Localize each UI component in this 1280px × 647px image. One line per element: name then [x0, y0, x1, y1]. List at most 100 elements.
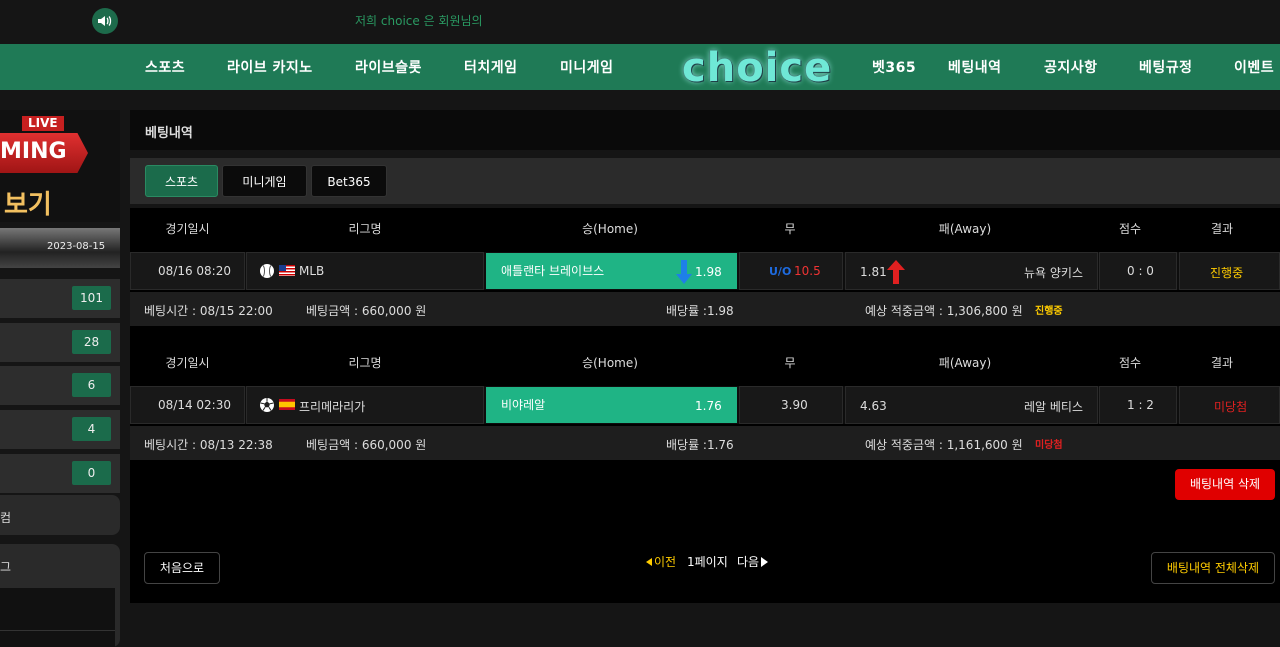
current-page: 1페이지	[687, 555, 728, 569]
speaker-icon[interactable]	[92, 8, 118, 34]
nav-live-slot[interactable]: 라이브슬롯	[355, 57, 422, 77]
arrow-up-icon	[887, 260, 905, 287]
sidebar-item[interactable]: 6	[0, 366, 120, 405]
draw-odds-button[interactable]: U/O 10.5	[739, 252, 843, 290]
nav-notice[interactable]: 공지사항	[1044, 57, 1098, 77]
nav-bet-history[interactable]: 베팅내역	[948, 57, 1002, 77]
sidebar-count-badge: 4	[72, 417, 111, 441]
header-away: 패(Away)	[938, 356, 992, 370]
table-row: 08/14 02:30 프리메라리가 비야레알 1.76 3.90 4.63 레…	[130, 386, 1280, 424]
league-name: 프리메라리가	[299, 400, 366, 414]
nav-touch-game[interactable]: 터치게임	[464, 57, 518, 77]
draw-odds-button[interactable]: 3.90	[739, 386, 843, 424]
usa-flag-icon	[279, 265, 295, 279]
tab-sports[interactable]: 스포츠	[145, 165, 218, 197]
sidebar-count-badge: 0	[72, 461, 111, 485]
cell-datetime: 08/16 08:20	[130, 252, 245, 290]
ribbon-text: MING	[0, 139, 67, 164]
datetime-text: 08/16 08:20	[158, 264, 231, 278]
nav-bet365[interactable]: 벳365	[872, 57, 916, 77]
cell-result: 진행중	[1179, 252, 1280, 290]
nav-betting-rules[interactable]: 베팅규정	[1139, 57, 1193, 77]
delete-all-bets-button[interactable]: 배팅내역 전체삭제	[1151, 552, 1275, 584]
expected-win: 예상 적중금액 : 1,161,600 원	[865, 438, 1023, 452]
notice-marquee: 저희 choice 은 회원님의	[355, 14, 483, 28]
cell-score: 0 : 0	[1099, 252, 1177, 290]
header-draw: 무	[784, 222, 796, 236]
sidebar-block-label: 그	[0, 560, 12, 574]
header-draw: 무	[784, 356, 796, 370]
header-league: 리그명	[348, 222, 382, 236]
cell-score: 1 : 2	[1099, 386, 1177, 424]
datetime-text: 08/14 02:30	[158, 398, 231, 412]
away-odds: 4.63	[860, 399, 887, 413]
bet-summary: 베팅시간 : 08/15 22:00 베팅금액 : 660,000 원 배당률 …	[130, 292, 1280, 326]
under-over-label: U/O	[769, 265, 792, 278]
triangle-left-icon	[646, 558, 652, 566]
tab-mini-game[interactable]: 미니게임	[222, 165, 307, 197]
category-tabs: 스포츠 미니게임 Bet365	[130, 158, 1280, 204]
triangle-right-icon	[761, 557, 769, 567]
nav-live-casino[interactable]: 라이브 카지노	[227, 57, 313, 77]
table-header: 경기일시 리그명 승(Home) 무 패(Away) 점수 결과	[130, 208, 1280, 250]
bet-time: 베팅시간 : 08/15 22:00	[144, 304, 273, 318]
sidebar-count-badge: 101	[72, 286, 111, 310]
away-odds-button[interactable]: 4.63 레알 베티스	[845, 386, 1098, 424]
spain-flag-icon	[279, 399, 295, 413]
bet-amount: 베팅금액 : 660,000 원	[306, 438, 427, 452]
prev-label: 이전	[654, 555, 677, 569]
nav-sports[interactable]: 스포츠	[145, 57, 185, 77]
sidebar-item[interactable]: 28	[0, 323, 120, 362]
header-result: 결과	[1210, 356, 1234, 370]
header-score: 점수	[1118, 356, 1142, 370]
arrow-down-icon	[676, 260, 692, 287]
first-page-button[interactable]: 처음으로	[144, 552, 220, 584]
prev-page-link[interactable]: 이전	[646, 553, 676, 570]
status-badge: 진행중	[1035, 306, 1063, 317]
delete-bets-button[interactable]: 배팅내역 삭제	[1175, 469, 1275, 500]
page-header: 베팅내역	[130, 110, 1280, 150]
payout-rate: 배당률 :1.76	[666, 438, 734, 452]
home-team: 비야레알	[501, 398, 546, 412]
away-odds-button[interactable]: 1.81 뉴욕 양키스	[845, 252, 1098, 290]
header-home: 승(Home)	[582, 356, 638, 370]
live-streaming-banner[interactable]: LIVE MING 보기	[0, 110, 120, 222]
banner-view-text: 보기	[4, 190, 52, 220]
tab-bet365[interactable]: Bet365	[311, 165, 387, 197]
draw-odds: 10.5	[794, 264, 821, 278]
cell-result: 미당첨	[1179, 386, 1280, 424]
sidebar-block[interactable]: 컴	[0, 495, 120, 535]
live-tag: LIVE	[22, 116, 64, 131]
bet-time: 베팅시간 : 08/13 22:38	[144, 438, 273, 452]
divider	[0, 630, 115, 631]
sidebar-count-badge: 6	[72, 373, 111, 397]
page-title: 베팅내역	[145, 126, 193, 141]
home-odds-button[interactable]: 애틀랜타 브레이브스 1.98	[486, 253, 737, 289]
header-away: 패(Away)	[938, 222, 992, 236]
sidebar-count-badge: 28	[72, 330, 111, 354]
header-league: 리그명	[348, 356, 382, 370]
sidebar-inner-panel	[0, 588, 115, 647]
result-status: 미당첨	[1214, 400, 1248, 414]
next-page-link[interactable]: 다음	[737, 553, 769, 570]
site-logo[interactable]: choice	[682, 45, 832, 91]
sidebar-date: 2023-08-15	[47, 241, 106, 252]
table-header: 경기일시 리그명 승(Home) 무 패(Away) 점수 결과	[130, 342, 1280, 384]
sidebar-item[interactable]: 101	[0, 279, 120, 318]
nav-mini-game[interactable]: 미니게임	[560, 57, 614, 77]
expected-win: 예상 적중금액 : 1,306,800 원	[865, 304, 1023, 318]
away-team: 뉴욕 양키스	[1024, 266, 1084, 280]
sidebar-item[interactable]: 0	[0, 454, 120, 493]
baseball-icon	[259, 263, 275, 282]
sidebar-item[interactable]: 4	[0, 410, 120, 449]
home-odds-button[interactable]: 비야레알 1.76	[486, 387, 737, 423]
nav-events[interactable]: 이벤트	[1234, 57, 1274, 77]
header-home: 승(Home)	[582, 222, 638, 236]
under-over-icon: U/O	[769, 265, 791, 278]
streaming-ribbon: MING	[0, 133, 88, 173]
score-text: 1 : 2	[1127, 398, 1154, 412]
away-team: 레알 베티스	[1024, 400, 1084, 414]
home-team: 애틀랜타 브레이브스	[501, 264, 605, 278]
status-badge: 미당첨	[1035, 440, 1063, 451]
league-name: MLB	[299, 264, 325, 278]
